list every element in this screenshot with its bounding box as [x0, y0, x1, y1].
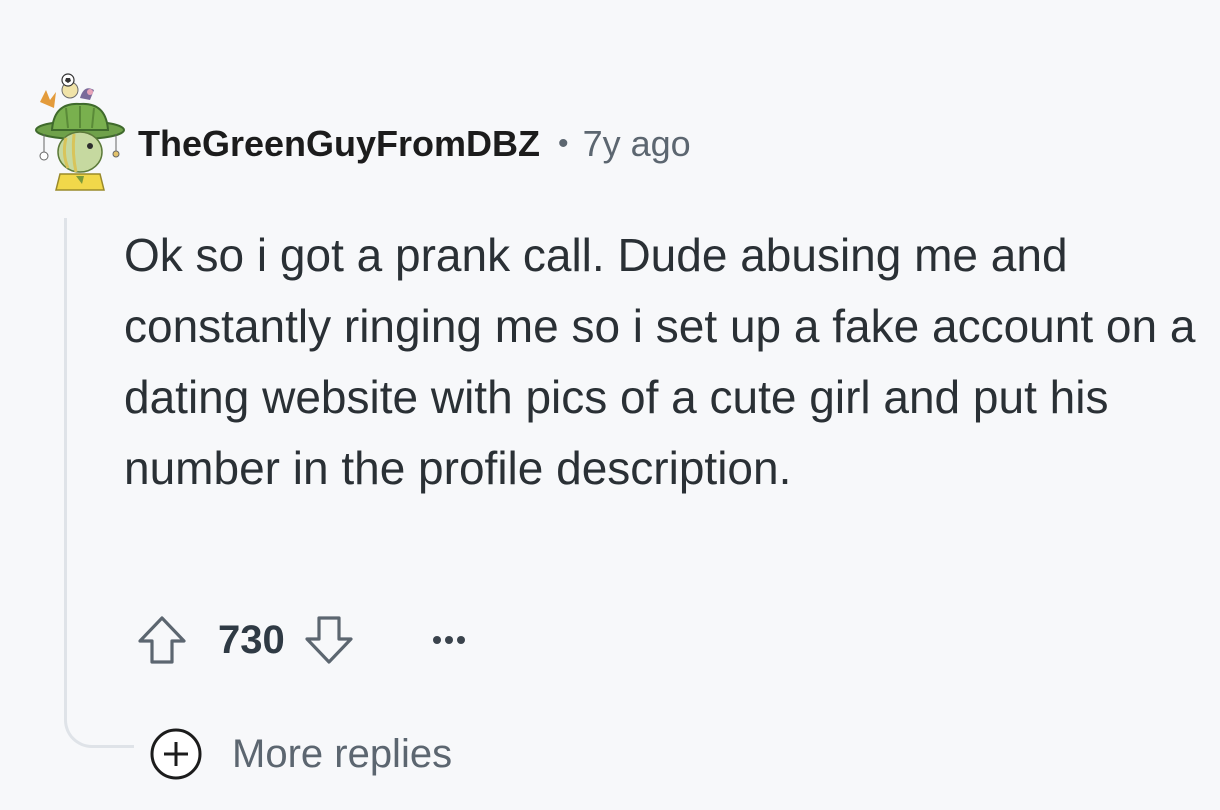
- comment-header: TheGreenGuyFromDBZ • 7y ago: [138, 120, 691, 168]
- meta-separator: •: [558, 127, 569, 160]
- comment-timestamp[interactable]: 7y ago: [583, 123, 691, 165]
- vote-score: 730: [218, 617, 285, 662]
- upvote-arrow-icon[interactable]: [132, 612, 192, 668]
- ellipsis-icon[interactable]: [419, 612, 479, 668]
- author-username[interactable]: TheGreenGuyFromDBZ: [138, 123, 540, 165]
- plus-circle-icon[interactable]: [146, 726, 208, 782]
- more-replies-label: More replies: [232, 731, 453, 776]
- comment-actions: 730: [132, 612, 479, 668]
- comment-text: Ok so i got a prank call. Dude abusing m…: [124, 229, 1196, 494]
- comment-body: Ok so i got a prank call. Dude abusing m…: [124, 220, 1204, 504]
- more-replies-button[interactable]: More replies: [146, 726, 452, 782]
- snoo-avatar-icon[interactable]: [32, 72, 128, 192]
- downvote-arrow-icon[interactable]: [299, 612, 359, 668]
